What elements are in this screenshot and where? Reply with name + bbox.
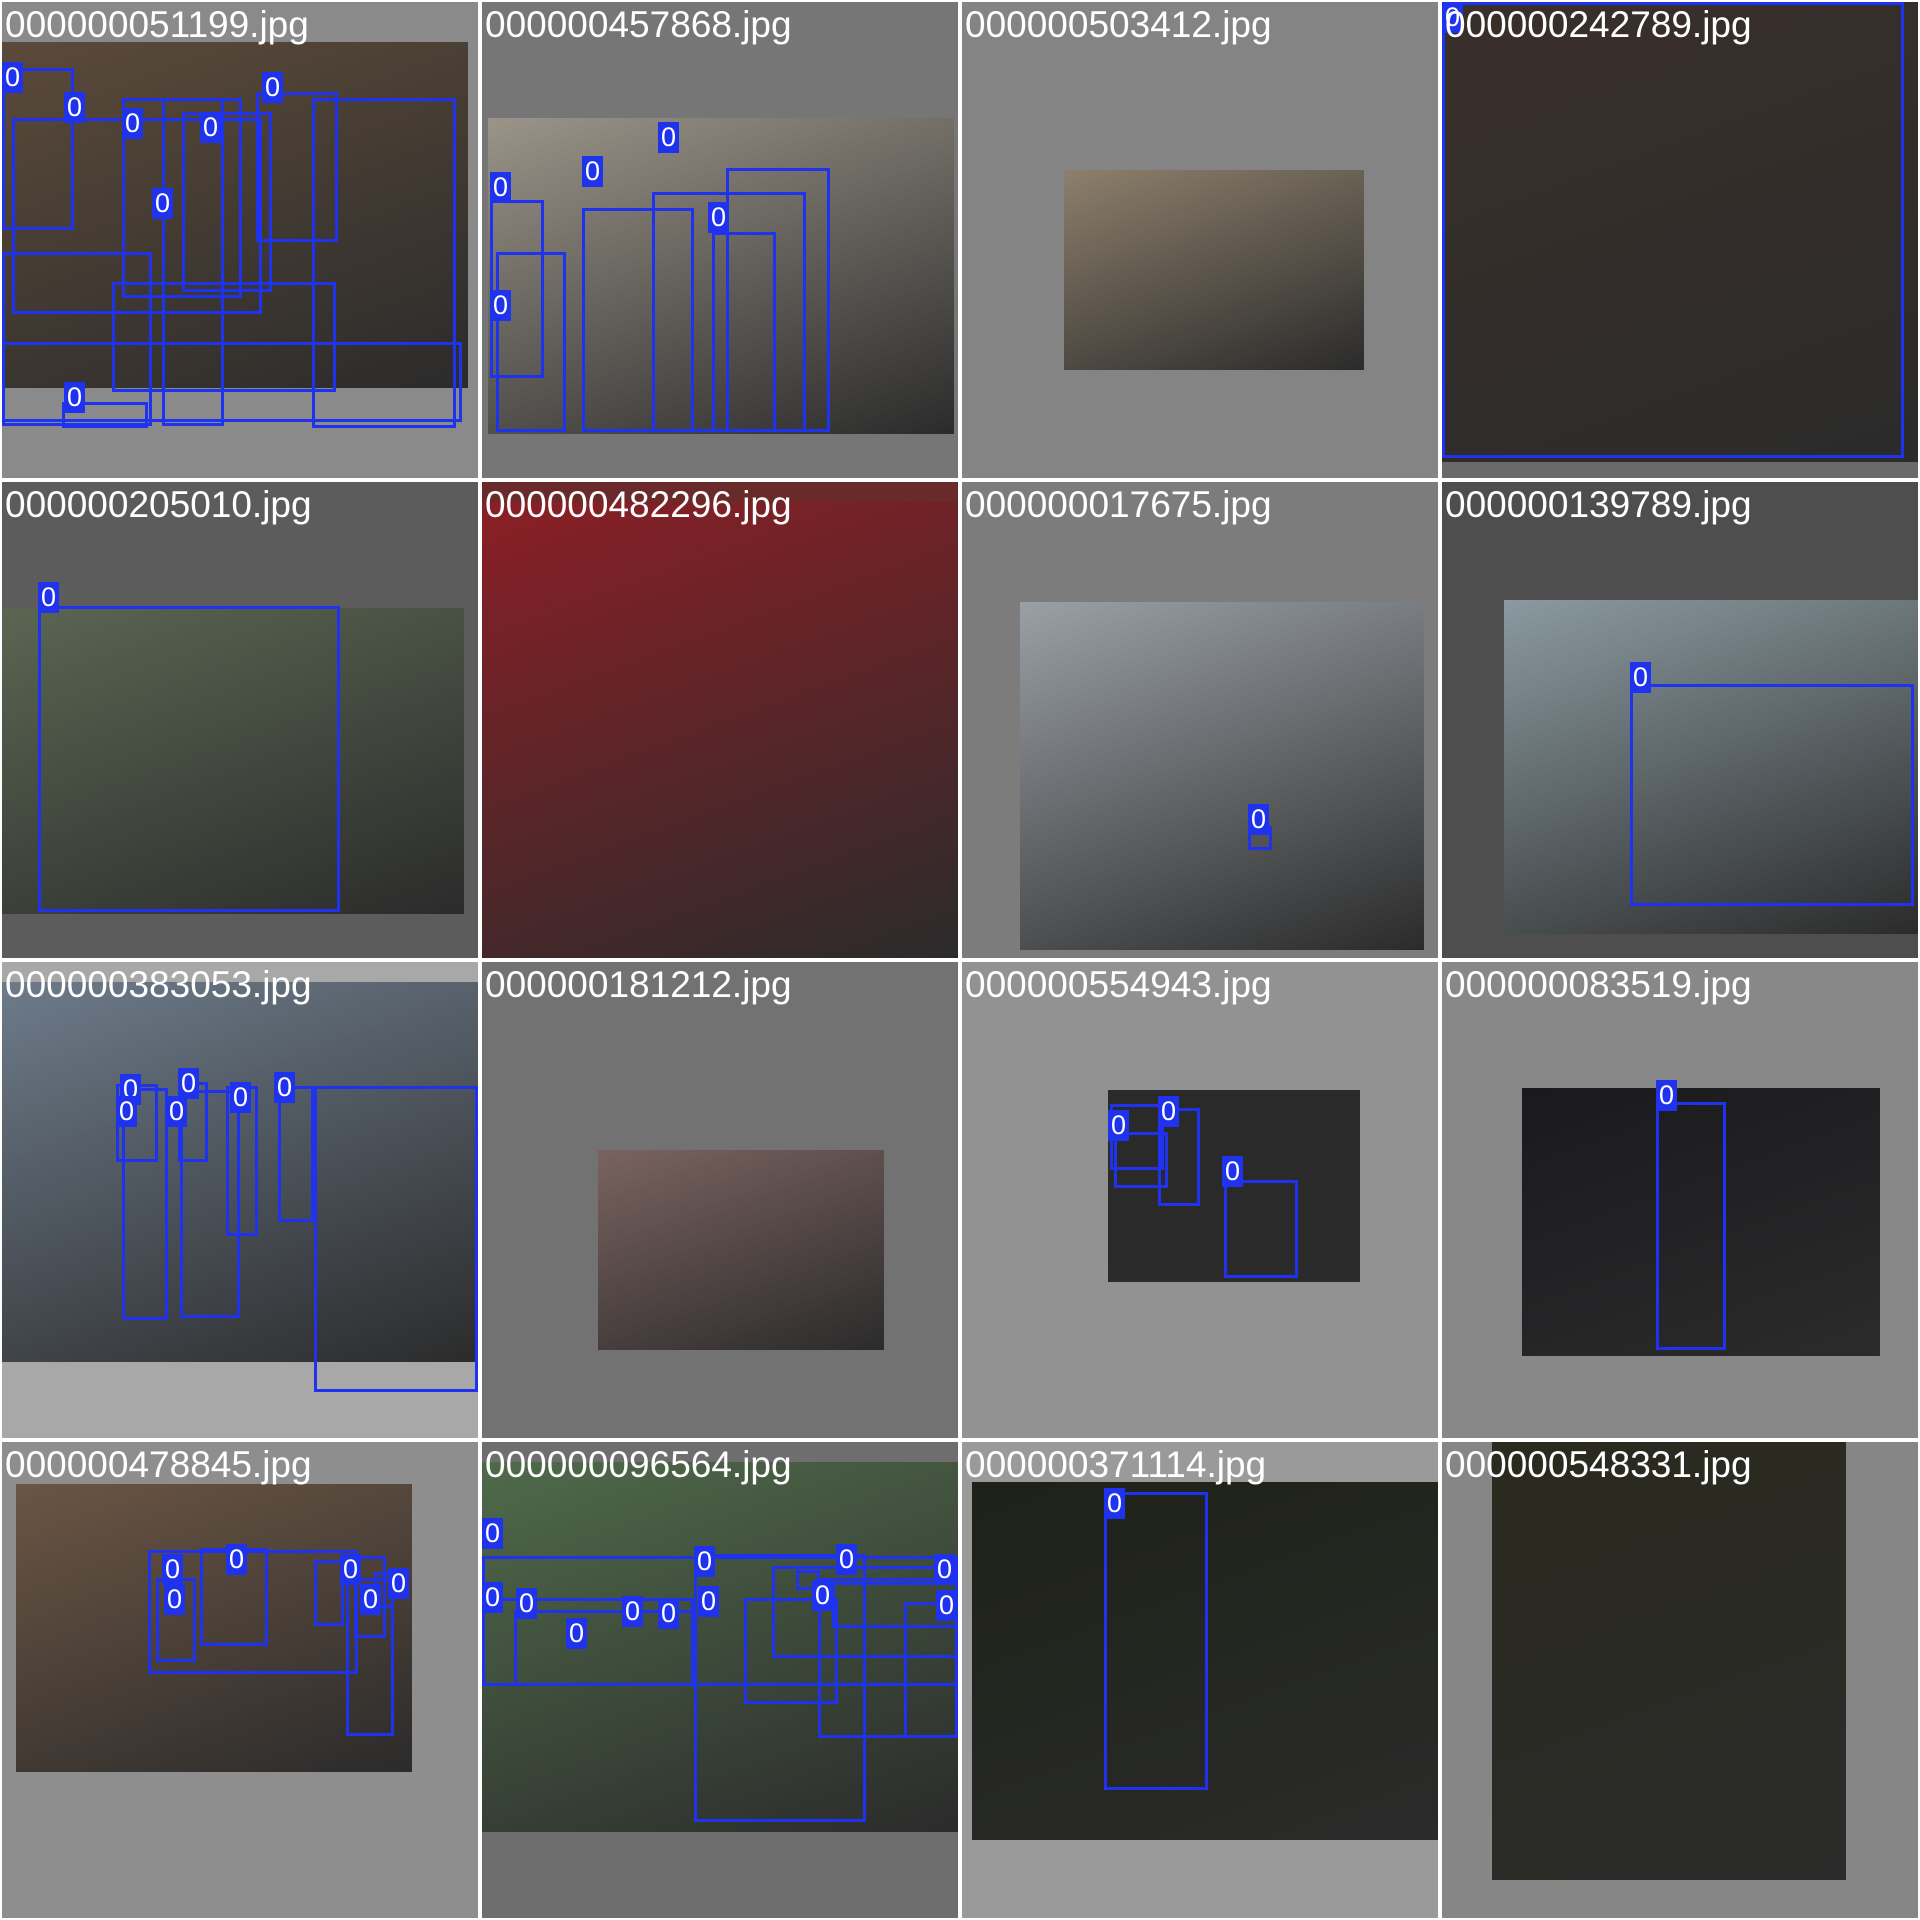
class-label: 0 xyxy=(482,1582,504,1613)
class-label: 0 xyxy=(490,290,512,321)
detection-box xyxy=(496,252,566,432)
image-preview xyxy=(1492,1442,1846,1880)
class-label: 0 xyxy=(622,1596,644,1627)
class-label: 0 xyxy=(164,1584,186,1615)
class-label: 0 xyxy=(340,1554,362,1585)
class-label: 0 xyxy=(122,108,144,139)
tile-filename: 000000383053.jpg xyxy=(5,964,312,1005)
image-tile: 000000181212.jpg xyxy=(482,962,958,1438)
detection-box xyxy=(1656,1102,1726,1350)
tile-filename: 000000242789.jpg xyxy=(1445,4,1752,45)
detection-box xyxy=(904,1602,958,1738)
image-tile: 0 000000139789.jpg xyxy=(1442,482,1918,958)
detection-box xyxy=(314,1086,478,1392)
class-label: 0 xyxy=(38,582,60,613)
class-label: 0 xyxy=(566,1618,588,1649)
image-tile: 0 000000083519.jpg xyxy=(1442,962,1918,1438)
class-label: 0 xyxy=(658,122,680,153)
class-label: 0 xyxy=(388,1568,410,1599)
class-label: 0 xyxy=(482,1518,504,1549)
image-preview xyxy=(482,502,958,958)
tile-filename: 000000096564.jpg xyxy=(485,1444,792,1485)
image-tile: 0 000000242789.jpg xyxy=(1442,2,1918,478)
class-label: 0 xyxy=(200,112,222,143)
class-label: 0 xyxy=(64,92,86,123)
class-label: 0 xyxy=(812,1580,834,1611)
detection-box xyxy=(1442,2,1904,458)
class-label: 0 xyxy=(516,1588,538,1619)
image-tile: 0 000000371114.jpg xyxy=(962,1442,1438,1918)
class-label: 0 xyxy=(64,382,86,413)
image-tile: 0 0 0 000000554943.jpg xyxy=(962,962,1438,1438)
image-tile: 0 0 0 0 0 0 0 0 0 0 0 0 000000096564.jpg xyxy=(482,1442,958,1918)
class-label: 0 xyxy=(1158,1096,1180,1127)
image-preview xyxy=(1020,602,1424,950)
image-tile: 0 000000017675.jpg xyxy=(962,482,1438,958)
tile-filename: 000000017675.jpg xyxy=(965,484,1272,525)
class-label: 0 xyxy=(934,1554,956,1585)
image-tile: 000000482296.jpg xyxy=(482,482,958,958)
tile-filename: 000000205010.jpg xyxy=(5,484,312,525)
detection-box xyxy=(1104,1492,1208,1790)
class-label: 0 xyxy=(1222,1156,1244,1187)
tile-filename: 000000503412.jpg xyxy=(965,4,1272,45)
class-label: 0 xyxy=(1104,1488,1126,1519)
class-label: 0 xyxy=(166,1096,188,1127)
class-label: 0 xyxy=(694,1546,716,1577)
detection-box xyxy=(1224,1180,1298,1278)
class-label: 0 xyxy=(1248,804,1270,835)
class-label: 0 xyxy=(490,172,512,203)
class-label: 0 xyxy=(1656,1080,1678,1111)
class-label: 0 xyxy=(582,156,604,187)
tile-filename: 000000139789.jpg xyxy=(1445,484,1752,525)
image-tile: 0 0 0 0 0 0 000000383053.jpg xyxy=(2,962,478,1438)
class-label: 0 xyxy=(162,1554,184,1585)
tile-filename: 000000371114.jpg xyxy=(965,1444,1267,1485)
image-preview xyxy=(1064,170,1364,370)
class-label: 0 xyxy=(116,1096,138,1127)
class-label: 0 xyxy=(262,72,284,103)
class-label: 0 xyxy=(178,1068,200,1099)
tile-filename: 000000181212.jpg xyxy=(485,964,792,1005)
tile-filename: 000000548331.jpg xyxy=(1445,1444,1752,1485)
class-label: 0 xyxy=(1630,662,1652,693)
class-label: 0 xyxy=(152,188,174,219)
class-label: 0 xyxy=(360,1584,382,1615)
tile-filename: 000000554943.jpg xyxy=(965,964,1272,1005)
class-label: 0 xyxy=(274,1072,296,1103)
class-label: 0 xyxy=(230,1082,252,1113)
tile-filename: 000000083519.jpg xyxy=(1445,964,1752,1005)
detection-box xyxy=(1630,684,1914,906)
class-label: 0 xyxy=(1108,1110,1130,1141)
class-label: 0 xyxy=(936,1590,958,1621)
image-tile: 0 0 0 0 0 0 000000478845.jpg xyxy=(2,1442,478,1918)
class-label: 0 xyxy=(698,1586,720,1617)
detection-box xyxy=(726,168,830,432)
image-tile: 000000548331.jpg xyxy=(1442,1442,1918,1918)
class-label: 0 xyxy=(658,1598,680,1629)
image-tile: 0 0 0 0 0 000000457868.jpg xyxy=(482,2,958,478)
tile-filename: 000000051199.jpg xyxy=(5,4,309,45)
class-label: 0 xyxy=(708,202,730,233)
tile-filename: 000000482296.jpg xyxy=(485,484,792,525)
tile-filename: 000000478845.jpg xyxy=(5,1444,312,1485)
tile-filename: 000000457868.jpg xyxy=(485,4,792,45)
class-label: 0 xyxy=(226,1544,248,1575)
detection-box xyxy=(278,1086,314,1222)
image-preview xyxy=(598,1150,884,1350)
image-tile: 0 0 0 0 0 0 0 000000051199.jpg xyxy=(2,2,478,478)
detection-box xyxy=(38,606,340,912)
image-tile: 000000503412.jpg xyxy=(962,2,1438,478)
class-label: 0 xyxy=(2,62,24,93)
class-label: 0 xyxy=(836,1544,858,1575)
image-tile: 0 000000205010.jpg xyxy=(2,482,478,958)
